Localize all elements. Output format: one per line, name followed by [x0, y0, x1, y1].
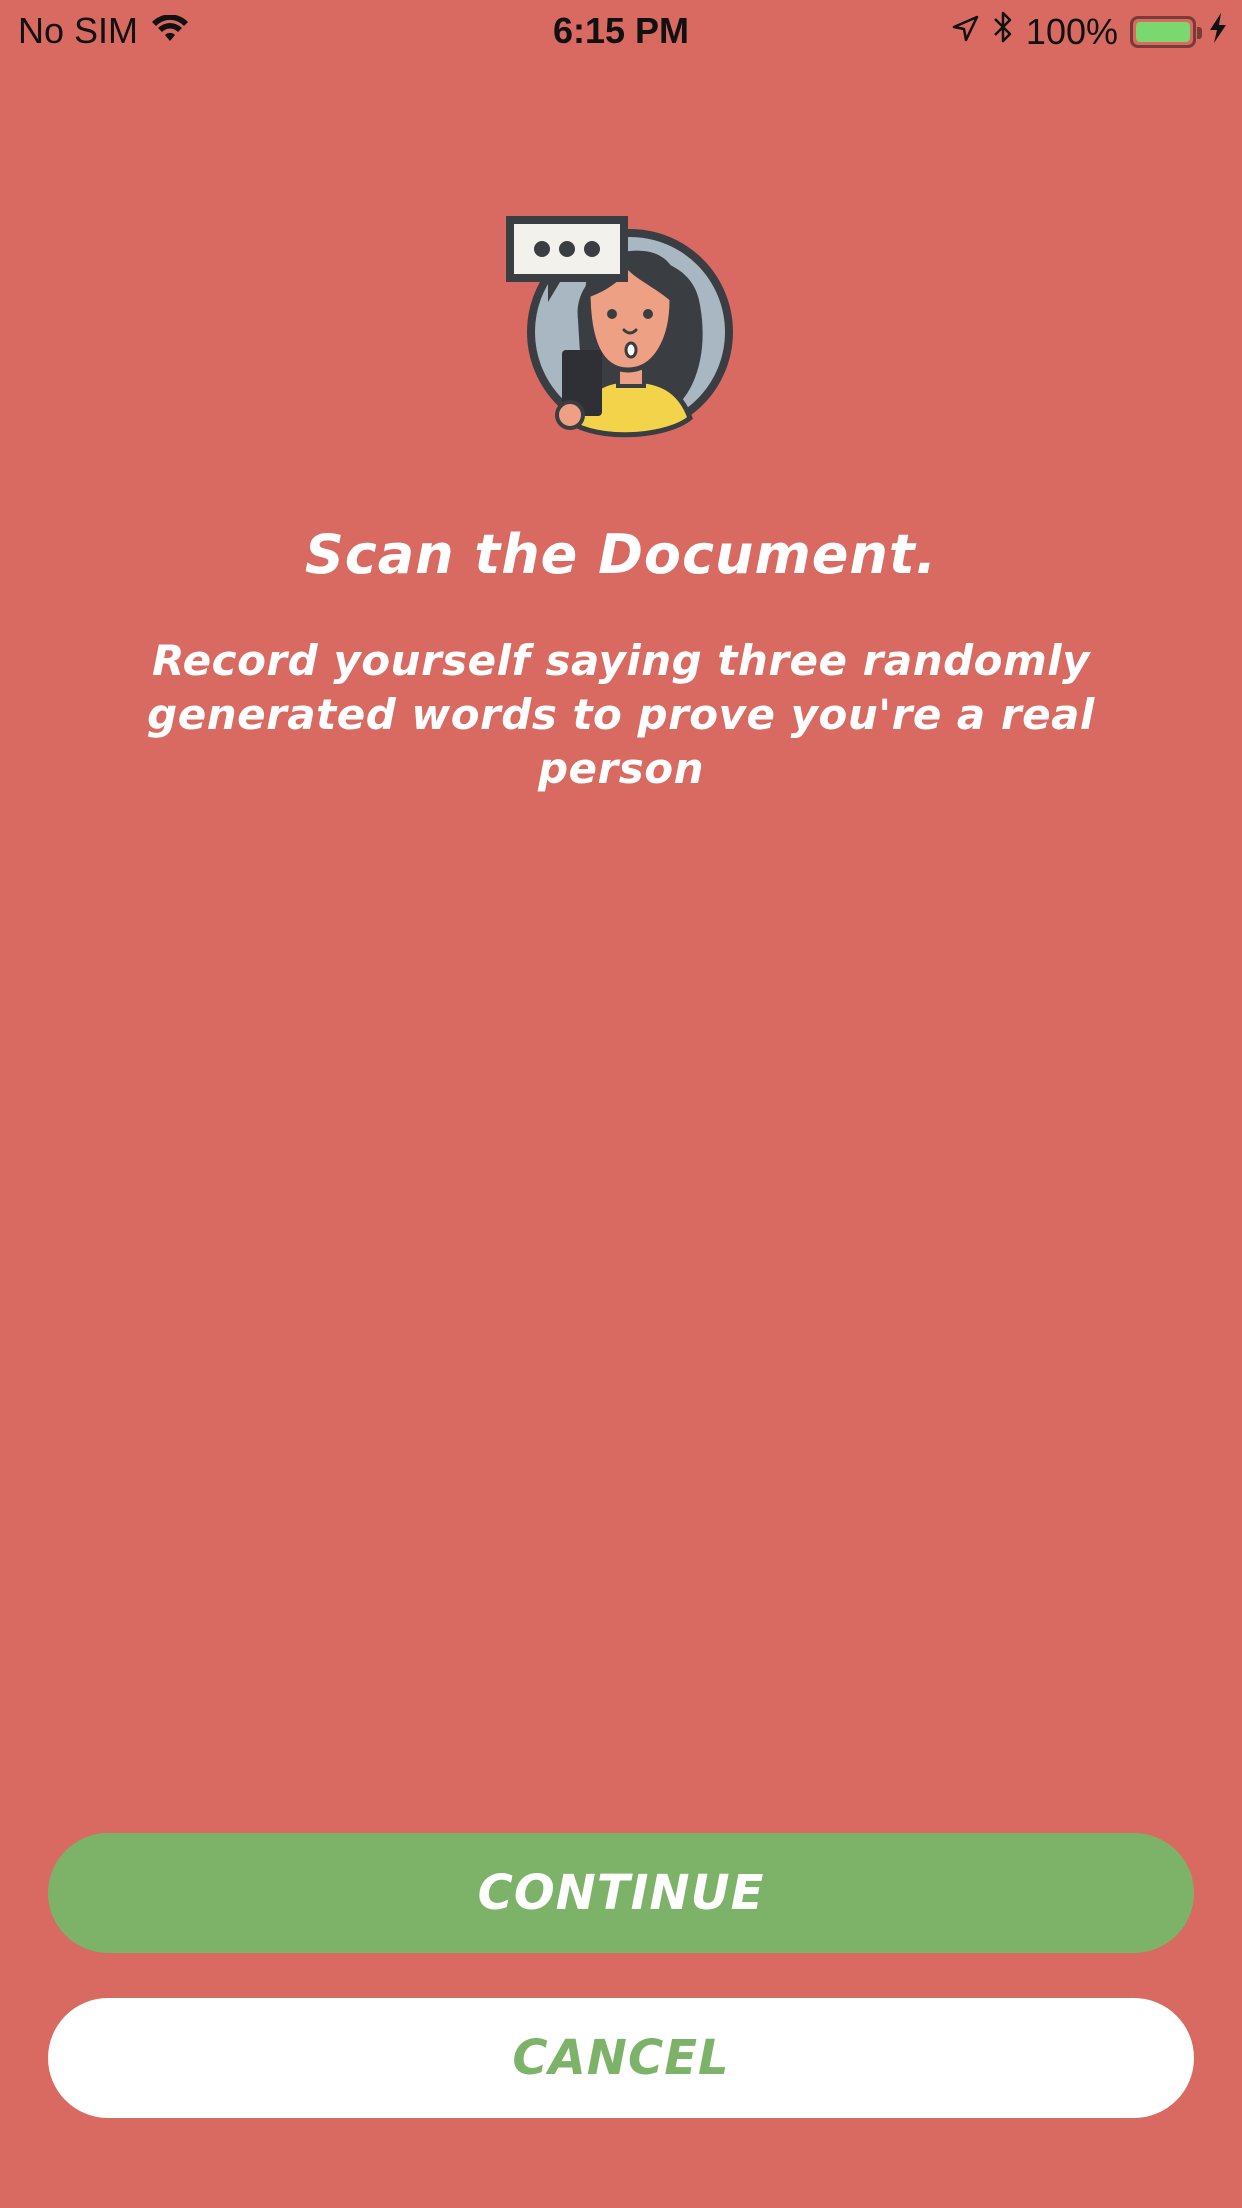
location-arrow-icon: [950, 11, 980, 53]
cancel-button-label: CANCEL: [512, 2030, 730, 2086]
bluetooth-icon: [992, 10, 1014, 53]
page-title: Scan the Document.: [304, 523, 938, 586]
battery-percent: 100%: [1025, 10, 1118, 52]
status-bar: No SIM 6:15 PM 100%: [0, 0, 1242, 62]
battery-cap: [1197, 26, 1202, 39]
status-right: 100%: [950, 10, 1228, 53]
battery-icon: [1130, 15, 1202, 48]
continue-button-label: CONTINUE: [477, 1865, 765, 1921]
cancel-button[interactable]: CANCEL: [48, 1998, 1194, 2118]
person-with-speech-bubble-illustration: [500, 210, 740, 450]
charging-bolt-icon: [1208, 11, 1228, 53]
continue-button[interactable]: CONTINUE: [48, 1833, 1194, 1953]
page-subtitle: Record yourself saying three randomly ge…: [147, 636, 1095, 793]
battery-fill: [1136, 21, 1190, 42]
